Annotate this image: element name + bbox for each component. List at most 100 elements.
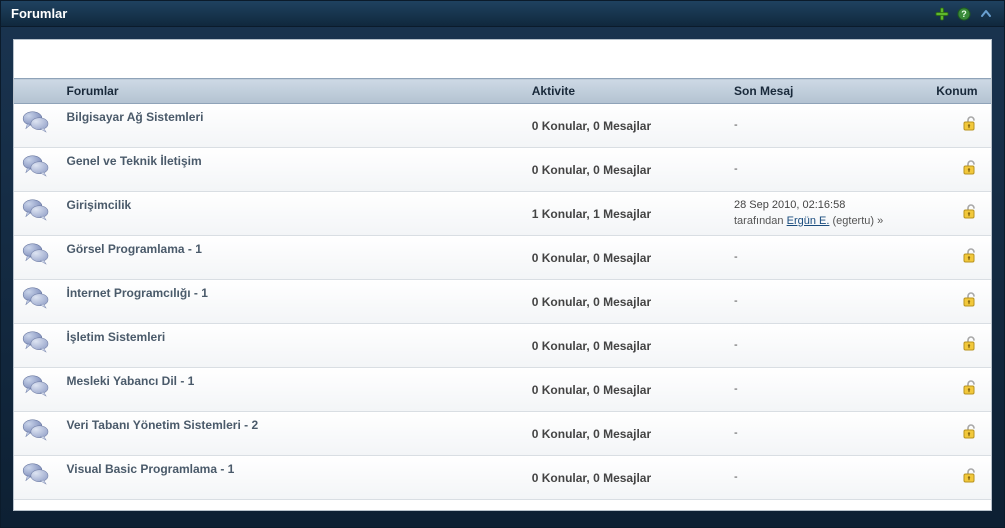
forum-status-cell: [928, 412, 991, 456]
forums-table: Forumlar Aktivite Son Mesaj Konum Bilgis…: [14, 78, 991, 500]
last-post-empty: -: [734, 471, 738, 483]
forum-status-cell: [928, 368, 991, 412]
speech-bubbles-icon: [22, 110, 50, 134]
forum-icon: [14, 324, 59, 368]
forum-last-post: 28 Sep 2010, 02:16:58tarafından Ergün E.…: [726, 192, 928, 236]
col-status-header[interactable]: Konum: [928, 79, 991, 104]
add-icon[interactable]: [934, 6, 950, 22]
help-icon[interactable]: ?: [956, 6, 972, 22]
forum-last-post: -: [726, 280, 928, 324]
lock-open-icon: [961, 380, 977, 399]
table-row: İşletim Sistemleri 0 Konular, 0 Mesajlar-: [14, 324, 991, 368]
forum-link[interactable]: Görsel Programlama - 1: [67, 242, 202, 256]
table-row: Genel ve Teknik İletişim 0 Konular, 0 Mes…: [14, 148, 991, 192]
forum-name-cell: Bilgisayar Ağ Sistemleri: [59, 104, 524, 148]
forum-icon: [14, 456, 59, 500]
forum-status-cell: [928, 280, 991, 324]
forum-status-cell: [928, 104, 991, 148]
forum-activity: 0 Konular, 0 Mesajlar: [524, 412, 726, 456]
col-forum-header[interactable]: Forumlar: [59, 79, 524, 104]
last-post-byline: tarafından Ergün E. (egtertu) »: [734, 214, 920, 229]
col-icon: [14, 79, 59, 104]
forum-activity: 0 Konular, 0 Mesajlar: [524, 236, 726, 280]
forum-link[interactable]: Genel ve Teknik İletişim: [67, 154, 202, 168]
forum-link[interactable]: Girişimcilik: [67, 198, 132, 212]
col-activity-header[interactable]: Aktivite: [524, 79, 726, 104]
forum-activity: 1 Konular, 1 Mesajlar: [524, 192, 726, 236]
lock-open-icon: [961, 116, 977, 135]
collapse-icon[interactable]: [978, 6, 994, 22]
last-post-empty: -: [734, 383, 738, 395]
last-post-empty: -: [734, 251, 738, 263]
forum-name-cell: Mesleki Yabancı Dil - 1: [59, 368, 524, 412]
forum-link[interactable]: İnternet Programcılığı - 1: [67, 286, 208, 300]
forum-name-cell: Girişimcilik: [59, 192, 524, 236]
svg-text:?: ?: [961, 9, 967, 19]
forum-link[interactable]: Mesleki Yabancı Dil - 1: [67, 374, 195, 388]
forum-icon: [14, 104, 59, 148]
table-row: İnternet Programcılığı - 1 0 Konular, 0 M…: [14, 280, 991, 324]
forum-icon: [14, 236, 59, 280]
forum-activity: 0 Konular, 0 Mesajlar: [524, 148, 726, 192]
lock-open-icon: [961, 336, 977, 355]
panel-title: Forumlar: [11, 6, 67, 21]
forum-name-cell: Görsel Programlama - 1: [59, 236, 524, 280]
forum-icon: [14, 280, 59, 324]
forum-link[interactable]: Visual Basic Programlama - 1: [67, 462, 235, 476]
table-row: Görsel Programlama - 1 0 Konular, 0 Mesaj…: [14, 236, 991, 280]
lock-open-icon: [961, 204, 977, 223]
speech-bubbles-icon: [22, 286, 50, 310]
lock-open-icon: [961, 424, 977, 443]
forum-link[interactable]: İşletim Sistemleri: [67, 330, 166, 344]
last-post-empty: -: [734, 163, 738, 175]
forum-status-cell: [928, 236, 991, 280]
speech-bubbles-icon: [22, 242, 50, 266]
forum-last-post: -: [726, 104, 928, 148]
forum-activity: 0 Konular, 0 Mesajlar: [524, 324, 726, 368]
last-post-empty: -: [734, 339, 738, 351]
speech-bubbles-icon: [22, 418, 50, 442]
speech-bubbles-icon: [22, 154, 50, 178]
table-row: Bilgisayar Ağ Sistemleri0 Konular, 0 Mes…: [14, 104, 991, 148]
forum-status-cell: [928, 192, 991, 236]
forum-status-cell: [928, 456, 991, 500]
speech-bubbles-icon: [22, 330, 50, 354]
forum-name-cell: Veri Tabanı Yönetim Sistemleri - 2: [59, 412, 524, 456]
lock-open-icon: [961, 248, 977, 267]
forum-name-cell: İşletim Sistemleri: [59, 324, 524, 368]
table-row: Mesleki Yabancı Dil - 1 0 Konular, 0 Mesa…: [14, 368, 991, 412]
forum-name-cell: İnternet Programcılığı - 1: [59, 280, 524, 324]
col-last-header[interactable]: Son Mesaj: [726, 79, 928, 104]
forum-name-cell: Genel ve Teknik İletişim: [59, 148, 524, 192]
last-post-date: 28 Sep 2010, 02:16:58: [734, 198, 920, 213]
forum-link[interactable]: Veri Tabanı Yönetim Sistemleri - 2: [67, 418, 259, 432]
panel-header: Forumlar ?: [1, 1, 1004, 27]
speech-bubbles-icon: [22, 462, 50, 486]
lock-open-icon: [961, 160, 977, 179]
forum-last-post: -: [726, 148, 928, 192]
lock-open-icon: [961, 292, 977, 311]
last-post-by-label: tarafından: [734, 215, 784, 227]
speech-bubbles-icon: [22, 374, 50, 398]
table-row: Visual Basic Programlama - 10 Konular, 0…: [14, 456, 991, 500]
forum-icon: [14, 412, 59, 456]
forums-panel: Forumlar ? Forumlar Aktivite Son Mesaj: [0, 0, 1005, 528]
forum-link[interactable]: Bilgisayar Ağ Sistemleri: [67, 110, 204, 124]
table-row: Veri Tabanı Yönetim Sistemleri - 2 0 Konu…: [14, 412, 991, 456]
forum-status-cell: [928, 148, 991, 192]
last-post-user-handle: (egtertu) »: [832, 215, 883, 227]
lock-open-icon: [961, 468, 977, 487]
forum-activity: 0 Konular, 0 Mesajlar: [524, 368, 726, 412]
last-post-user-link[interactable]: Ergün E.: [787, 215, 830, 227]
forum-last-post: -: [726, 368, 928, 412]
forum-last-post: -: [726, 412, 928, 456]
forum-activity: 0 Konular, 0 Mesajlar: [524, 280, 726, 324]
forum-icon: [14, 192, 59, 236]
forum-last-post: -: [726, 324, 928, 368]
forum-icon: [14, 148, 59, 192]
last-post-empty: -: [734, 119, 738, 131]
forum-name-cell: Visual Basic Programlama - 1: [59, 456, 524, 500]
panel-header-actions: ?: [934, 6, 994, 22]
panel-top-spacer: [14, 40, 991, 78]
forum-last-post: -: [726, 236, 928, 280]
